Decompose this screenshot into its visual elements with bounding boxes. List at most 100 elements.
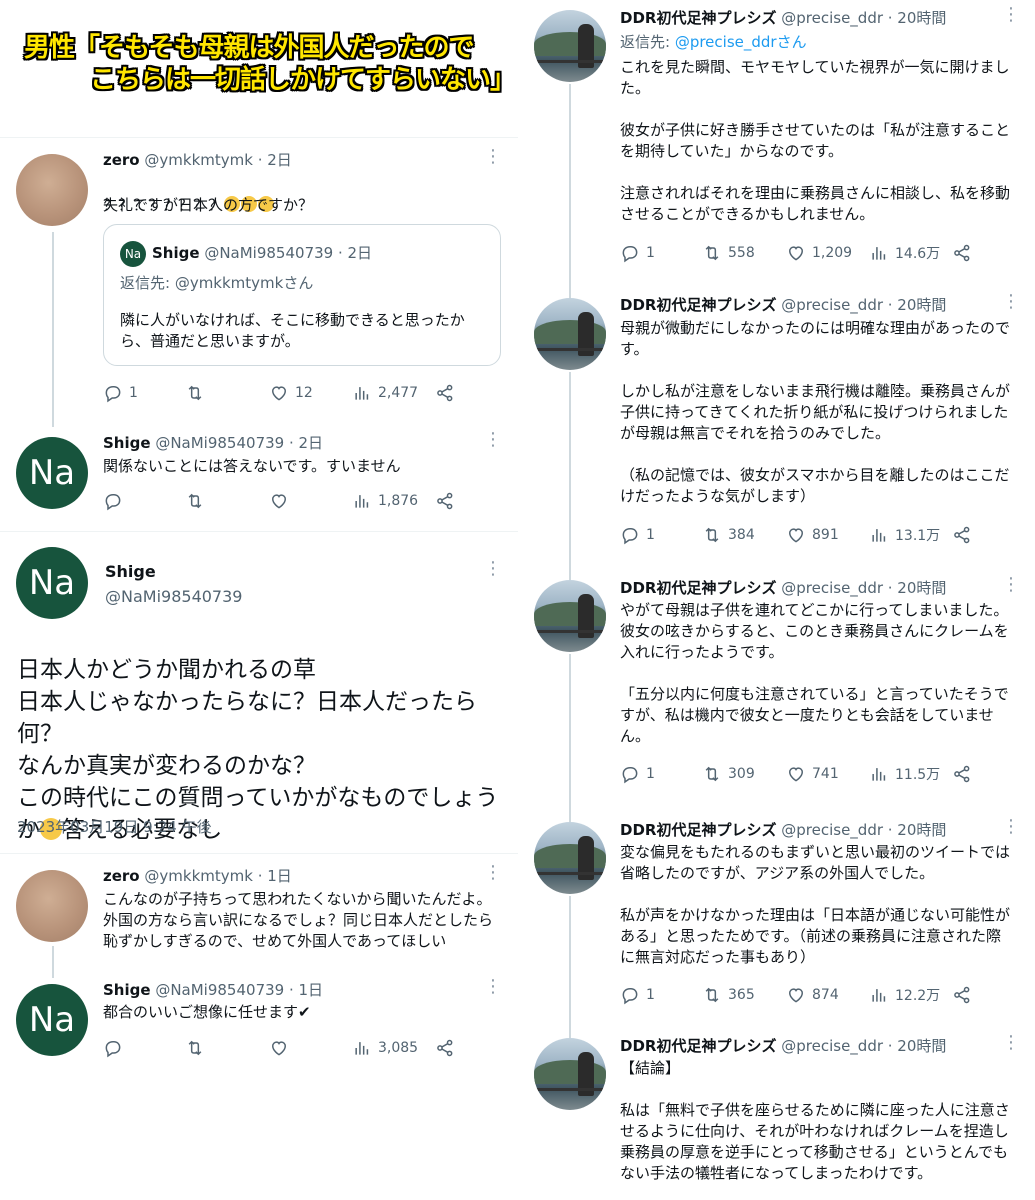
like-button[interactable]: 1,209 bbox=[786, 243, 852, 263]
share-icon bbox=[435, 1038, 455, 1058]
reply-button[interactable]: 1 bbox=[620, 985, 655, 1005]
share-icon bbox=[952, 525, 972, 545]
tweet-actions: 1 12 2,477 bbox=[103, 383, 463, 405]
reply-button[interactable] bbox=[103, 491, 123, 511]
author-name[interactable]: zero bbox=[103, 151, 140, 169]
views-icon bbox=[352, 383, 372, 403]
tweet-header: zero @ymkkmtymk · 2日 bbox=[103, 150, 292, 170]
reply-button[interactable]: 1 bbox=[620, 525, 655, 545]
retweet-icon bbox=[702, 985, 722, 1005]
share-icon bbox=[952, 764, 972, 784]
retweet-icon bbox=[185, 383, 205, 403]
tweet-header: DDR初代足神プレシズ @precise_ddr · 20時間 bbox=[620, 1037, 947, 1055]
more-options-icon[interactable]: ⋮ bbox=[1002, 6, 1020, 24]
views-button[interactable]: 1,876 bbox=[352, 491, 418, 511]
share-icon bbox=[952, 243, 972, 263]
retweet-button[interactable] bbox=[185, 1038, 205, 1058]
views-button[interactable]: 14.6万 bbox=[869, 243, 940, 263]
avatar-zero[interactable] bbox=[16, 870, 88, 942]
thread-line bbox=[52, 232, 54, 427]
tweet-text: 変な偏見をもたれるのもまずいと思い最初のツイートでは 省略したのですが、アジア系… bbox=[620, 843, 1011, 966]
views-button[interactable]: 13.1万 bbox=[869, 525, 940, 545]
reply-icon bbox=[620, 764, 640, 784]
like-button[interactable] bbox=[269, 491, 289, 511]
like-button[interactable]: 741 bbox=[786, 764, 839, 784]
heart-icon bbox=[786, 985, 806, 1005]
reply-button[interactable]: 1 bbox=[620, 243, 655, 263]
share-button[interactable] bbox=[952, 243, 972, 263]
avatar-shige[interactable]: Na bbox=[16, 437, 88, 509]
avatar-shige[interactable]: Na bbox=[16, 984, 88, 1056]
thread-line bbox=[569, 896, 571, 1038]
tweet-header: DDR初代足神プレシズ @precise_ddr · 20時間 bbox=[620, 296, 947, 314]
like-button[interactable]: 12 bbox=[269, 383, 313, 403]
views-icon bbox=[352, 491, 372, 511]
avatar-zero[interactable] bbox=[16, 154, 88, 226]
reply-icon bbox=[620, 985, 640, 1005]
main-timestamp[interactable]: 2023年03月19日 9:24 午後 bbox=[17, 816, 212, 837]
retweet-button[interactable]: 365 bbox=[702, 985, 755, 1005]
more-options-icon[interactable]: ⋮ bbox=[1002, 293, 1020, 311]
reply-icon bbox=[103, 1038, 123, 1058]
share-button[interactable] bbox=[435, 491, 455, 511]
quote-tweet[interactable]: Na Shige @NaMi98540739 · 2日 返信先: @ymkkmt… bbox=[103, 224, 501, 366]
more-options-icon[interactable]: ⋮ bbox=[484, 978, 502, 996]
avatar-ddr[interactable] bbox=[534, 298, 606, 370]
views-icon bbox=[869, 985, 889, 1005]
more-options-icon[interactable]: ⋮ bbox=[484, 431, 502, 449]
avatar-ddr[interactable] bbox=[534, 580, 606, 652]
views-icon bbox=[869, 525, 889, 545]
retweet-button[interactable]: 309 bbox=[702, 764, 755, 784]
like-button[interactable] bbox=[269, 1038, 289, 1058]
views-button[interactable]: 12.2万 bbox=[869, 985, 940, 1005]
divider bbox=[0, 137, 518, 138]
main-author-handle[interactable]: @NaMi98540739 bbox=[105, 587, 242, 606]
more-options-icon[interactable]: ⋮ bbox=[1002, 576, 1020, 594]
heart-icon bbox=[786, 764, 806, 784]
retweet-icon bbox=[702, 525, 722, 545]
share-button[interactable] bbox=[952, 985, 972, 1005]
reply-icon bbox=[103, 491, 123, 511]
avatar-shige-main[interactable]: Na bbox=[16, 547, 88, 619]
main-tweet-text: 日本人かどうか聞かれるの草 日本人じゃなかったらなに？日本人だったら 何？ なん… bbox=[17, 657, 499, 843]
reply-button[interactable]: 1 bbox=[103, 383, 138, 403]
more-options-icon[interactable]: ⋮ bbox=[484, 148, 502, 166]
main-author-name[interactable]: Shige bbox=[105, 562, 156, 581]
right-column: DDR初代足神プレシズ @precise_ddr · 20時間 ⋮ 返信先: @… bbox=[525, 0, 1035, 1200]
share-button[interactable] bbox=[435, 383, 455, 403]
left-column: 男性「そもそも母親は外国人だったので こちらは一切話しかけてすらいない」 zer… bbox=[0, 0, 518, 1200]
quote-text: 隣に人がいなければ、そこに移動できると思ったか ら、普通だと思いますが。 bbox=[120, 311, 465, 350]
share-button[interactable] bbox=[952, 525, 972, 545]
reply-to-mention-link[interactable]: @precise_ddrさん bbox=[675, 33, 807, 51]
more-options-icon[interactable]: ⋮ bbox=[484, 864, 502, 882]
avatar-ddr[interactable] bbox=[534, 1038, 606, 1110]
tweet-header: DDR初代足神プレシズ @precise_ddr · 20時間 bbox=[620, 821, 947, 839]
views-button[interactable]: 3,085 bbox=[352, 1038, 418, 1058]
reply-button[interactable] bbox=[103, 1038, 123, 1058]
share-button[interactable] bbox=[435, 1038, 455, 1058]
tweet-text: 都合のいいご想像に任せます✔ bbox=[103, 1003, 311, 1021]
tweet-actions: 1,876 bbox=[103, 491, 463, 513]
tweet-header: zero @ymkkmtymk · 1日 bbox=[103, 867, 292, 885]
divider bbox=[0, 853, 518, 854]
avatar-ddr[interactable] bbox=[534, 10, 606, 82]
retweet-button[interactable] bbox=[185, 491, 205, 511]
tweet-text: やがて母親は子供を連れてどこかに行ってしまいました。 彼女の呟きからすると、この… bbox=[620, 601, 1009, 745]
like-button[interactable]: 891 bbox=[786, 525, 839, 545]
more-options-icon[interactable]: ⋮ bbox=[484, 560, 502, 578]
more-options-icon[interactable]: ⋮ bbox=[1002, 818, 1020, 836]
tweet-actions: 1 384 891 13.1万 bbox=[620, 525, 980, 547]
like-button[interactable]: 874 bbox=[786, 985, 839, 1005]
views-button[interactable]: 2,477 bbox=[352, 383, 418, 403]
retweet-button[interactable]: 384 bbox=[702, 525, 755, 545]
heart-icon bbox=[269, 491, 289, 511]
views-button[interactable]: 11.5万 bbox=[869, 764, 940, 784]
avatar-ddr[interactable] bbox=[534, 822, 606, 894]
thread-line bbox=[52, 946, 54, 978]
share-button[interactable] bbox=[952, 764, 972, 784]
reply-button[interactable]: 1 bbox=[620, 764, 655, 784]
author-meta[interactable]: @ymkkmtymk · 2日 bbox=[144, 151, 291, 169]
more-options-icon[interactable]: ⋮ bbox=[1002, 1034, 1020, 1052]
retweet-button[interactable]: 558 bbox=[702, 243, 755, 263]
retweet-button[interactable] bbox=[185, 383, 205, 403]
